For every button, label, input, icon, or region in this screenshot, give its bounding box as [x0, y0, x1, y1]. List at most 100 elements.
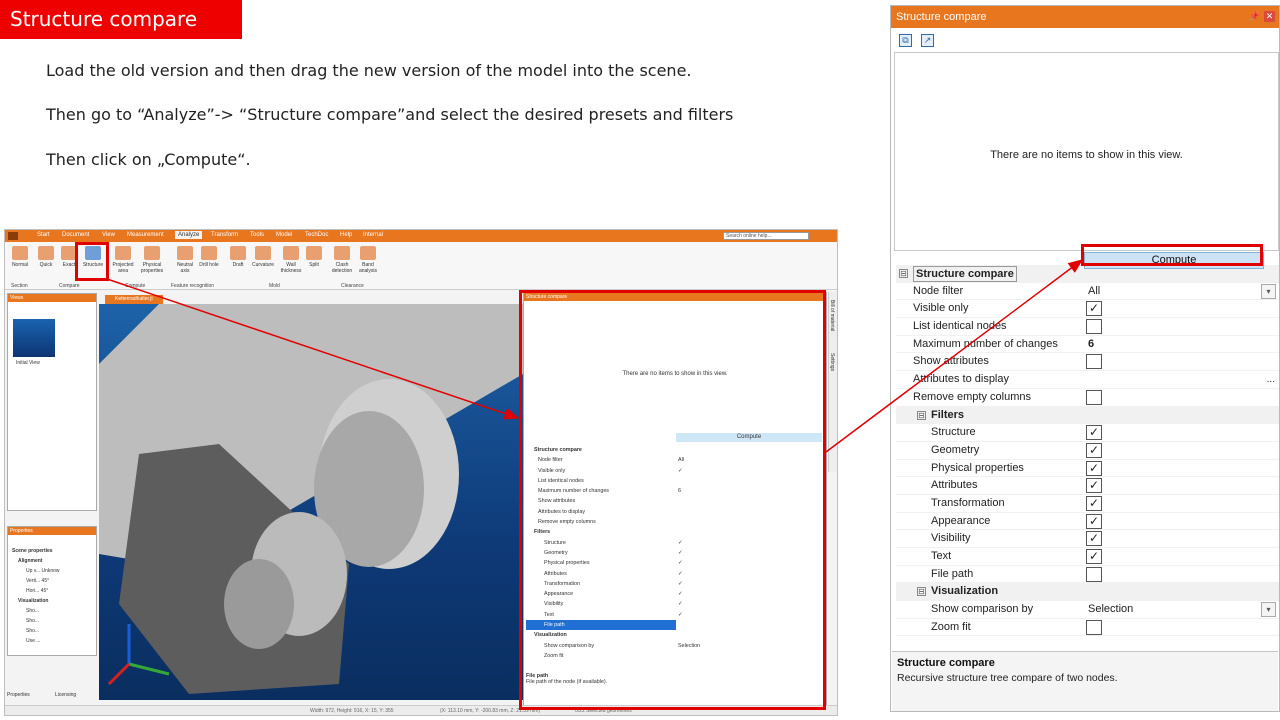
node-filter-value[interactable]: All	[1088, 283, 1100, 300]
tab-internal[interactable]: Internal	[363, 232, 383, 238]
collapse-icon[interactable]: ⊟	[917, 410, 926, 420]
section-visualization[interactable]: ⊟ Visualization	[896, 583, 1279, 602]
instruction-1: Load the old version and then drag the n…	[46, 61, 692, 80]
close-icon[interactable]: ✕	[1264, 11, 1275, 22]
ribbon-physical-properties-button[interactable]: Physical properties	[138, 246, 166, 274]
group-compute: Compute	[125, 283, 146, 289]
ribbon-normal-button[interactable]: Normal	[9, 246, 31, 268]
filter-checkbox[interactable]: ✓	[1086, 495, 1102, 511]
model-drawing	[99, 304, 523, 694]
zoom-fit-row: Zoom fit	[896, 619, 1279, 637]
tab-model[interactable]: Model	[276, 232, 292, 238]
filter-row: Attributes ✓	[896, 477, 1279, 495]
tab-tools[interactable]: Tools	[250, 232, 264, 238]
filter-row: Structure ✓	[896, 424, 1279, 442]
attributes-browse-button[interactable]: ...	[1267, 371, 1275, 388]
quick-compare-icon	[38, 246, 54, 260]
ribbon-band-analysis-button[interactable]: Band analysis	[356, 246, 380, 274]
filter-checkbox[interactable]: ✓	[1086, 442, 1102, 458]
chevron-down-icon[interactable]: ▾	[1261, 602, 1276, 618]
app-menu-icon[interactable]	[8, 232, 18, 240]
properties-panel: Properties Scene properties Alignment Up…	[7, 526, 97, 656]
side-tab-settings[interactable]: Settings	[829, 353, 835, 371]
ribbon-draft-button[interactable]: Draft	[227, 246, 249, 268]
property-grid: ⊟ Structure compare Node filter All ▾ Vi…	[896, 265, 1279, 637]
tab-document[interactable]: Document	[62, 232, 89, 238]
band-analysis-icon	[360, 246, 376, 260]
prop-row: Up v... Unknow	[26, 568, 60, 574]
ribbon-neutral-axis-button[interactable]: Neutral axis	[173, 246, 197, 274]
ribbon-clash-detection-button[interactable]: Clash detection	[328, 246, 356, 274]
section-filters[interactable]: ⊟ Filters	[896, 406, 1279, 425]
help-search-input[interactable]: Search online help...	[723, 232, 809, 240]
max-changes-input[interactable]: 6	[1088, 336, 1094, 353]
filter-checkbox[interactable]	[1086, 566, 1102, 582]
3d-viewport[interactable]	[99, 304, 523, 700]
show-comparison-row[interactable]: Show comparison by Selection ▾	[896, 601, 1279, 619]
pin-icon[interactable]: 📌	[1249, 11, 1260, 22]
description-title: Structure compare	[897, 657, 995, 669]
ribbon-split-button[interactable]: Split	[305, 246, 323, 268]
filter-checkbox[interactable]: ✓	[1086, 531, 1102, 547]
show-comparison-value[interactable]: Selection	[1088, 601, 1133, 618]
structure-compare-panel: Structure compare 📌 ✕ ⧉ ↗ There are no i…	[890, 5, 1280, 712]
initial-view-thumbnail[interactable]	[13, 319, 55, 357]
filter-checkbox[interactable]: ✓	[1086, 460, 1102, 476]
visible-only-row: Visible only ✓	[896, 300, 1279, 319]
ribbon-curvature-button[interactable]: Curvature	[249, 246, 277, 268]
filter-checkbox[interactable]: ✓	[1086, 478, 1102, 494]
prop-row: Hori... 45°	[26, 588, 49, 594]
copy-icon[interactable]: ⧉	[899, 34, 912, 47]
group-feature-recognition: Feature recognition	[171, 283, 215, 289]
prop-row: Sho...	[26, 618, 40, 624]
remove-empty-row: Remove empty columns	[896, 389, 1279, 407]
prop-row: Sho...	[26, 608, 40, 614]
tab-help[interactable]: Help	[340, 232, 352, 238]
ribbon-drill-hole-button[interactable]: Drill hole	[198, 246, 220, 268]
max-changes-row: Maximum number of changes 6	[896, 336, 1279, 354]
side-tabs: Bill of material Settings	[828, 292, 837, 472]
tab-transform[interactable]: Transform	[211, 232, 238, 238]
filter-row: Transformation ✓	[896, 495, 1279, 513]
panel-title: Structure compare	[896, 11, 987, 23]
tab-measurement[interactable]: Measurement	[127, 232, 164, 238]
visible-only-checkbox[interactable]: ✓	[1086, 301, 1102, 317]
viewport-tab[interactable]: Kettenradhalter.jt	[105, 295, 163, 304]
filter-row: File path	[896, 566, 1279, 584]
tab-techdoc[interactable]: TechDoc	[305, 232, 328, 238]
prop-row: Scene properties	[12, 548, 53, 554]
bottom-tab-properties[interactable]: Properties	[7, 692, 30, 698]
collapse-icon[interactable]: ⊟	[899, 269, 908, 278]
side-tab-bom[interactable]: Bill of material	[829, 300, 835, 331]
bottom-tab-licensing[interactable]: Licensing	[55, 692, 76, 698]
filter-checkbox[interactable]: ✓	[1086, 549, 1102, 564]
list-identical-checkbox[interactable]	[1086, 319, 1102, 335]
filter-checkbox[interactable]: ✓	[1086, 425, 1102, 441]
prop-row: Sho...	[26, 628, 40, 634]
zoom-fit-checkbox[interactable]	[1086, 619, 1102, 635]
remove-empty-checkbox[interactable]	[1086, 389, 1102, 405]
export-icon[interactable]: ↗	[921, 34, 934, 47]
filter-checkbox[interactable]: ✓	[1086, 513, 1102, 529]
node-filter-row[interactable]: Node filter All ▾	[896, 283, 1279, 301]
show-attributes-checkbox[interactable]	[1086, 354, 1102, 370]
tab-view[interactable]: View	[102, 232, 115, 238]
curvature-icon	[255, 246, 271, 260]
list-identical-row: List identical nodes	[896, 318, 1279, 336]
results-list[interactable]: There are no items to show in this view.	[894, 52, 1279, 251]
panel-highlight	[519, 290, 826, 710]
neutral-axis-icon	[177, 246, 193, 260]
ribbon: Normal Quick Exact Structure Projected a…	[5, 242, 837, 290]
section-icon	[12, 246, 28, 260]
ribbon-quick-button[interactable]: Quick	[35, 246, 57, 268]
filter-row: Geometry ✓	[896, 442, 1279, 460]
projected-area-icon	[115, 246, 131, 260]
drill-hole-icon	[201, 246, 217, 260]
tab-analyze[interactable]: Analyze	[175, 231, 203, 239]
collapse-icon[interactable]: ⊟	[917, 587, 926, 597]
ribbon-wall-thickness-button[interactable]: Wall thickness	[278, 246, 304, 274]
chevron-down-icon[interactable]: ▾	[1261, 283, 1276, 299]
ribbon-projected-area-button[interactable]: Projected area	[111, 246, 135, 274]
prop-row: Visualization	[18, 598, 49, 604]
tab-start[interactable]: Start	[37, 232, 50, 238]
